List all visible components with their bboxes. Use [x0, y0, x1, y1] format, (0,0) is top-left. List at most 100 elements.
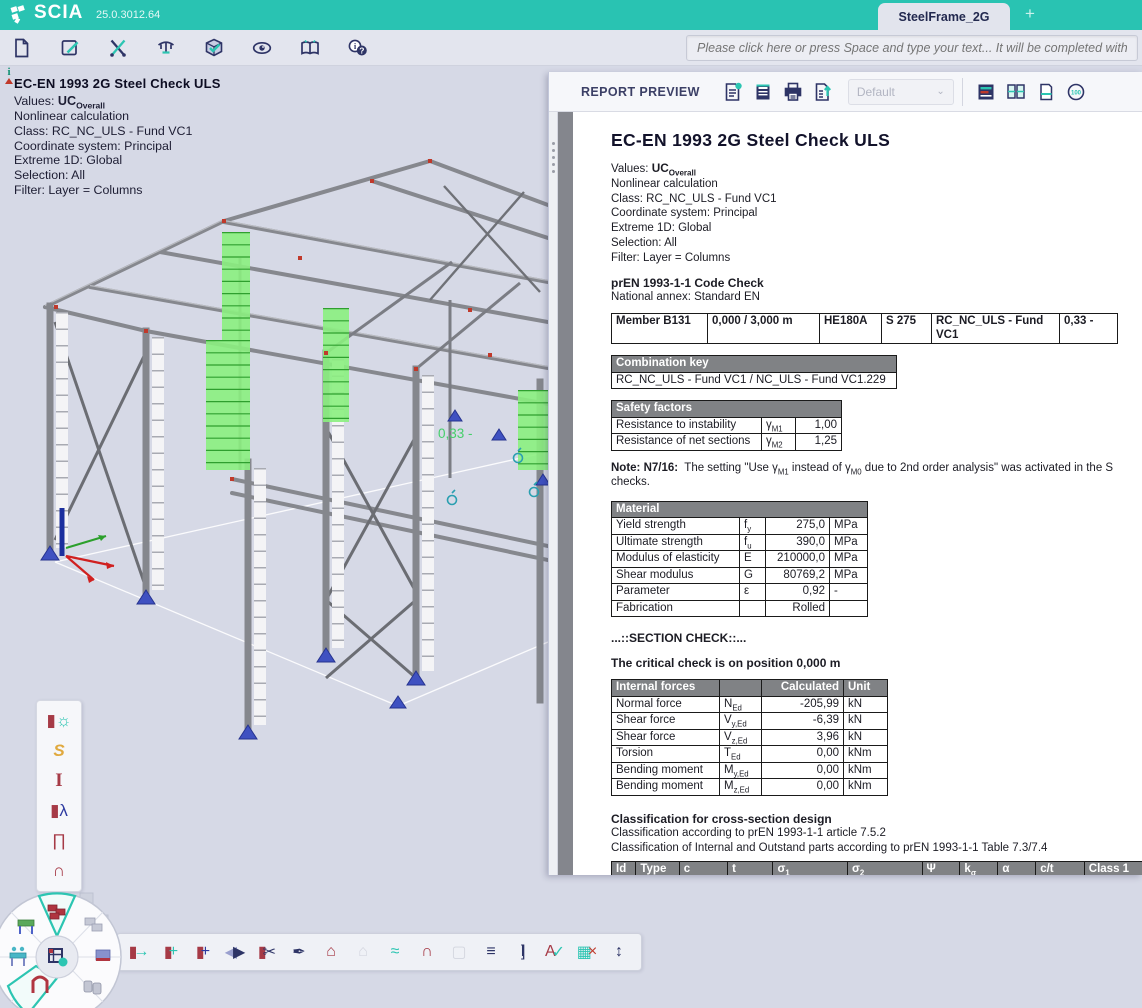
table-cell: Bending moment — [612, 779, 720, 796]
curved-beam-icon[interactable]: S — [37, 736, 81, 766]
mirror-icon[interactable]: ◀▶ — [219, 936, 251, 968]
force-row: Shear forceVy,Ed-6,39kN — [612, 713, 888, 730]
library-icon[interactable] — [294, 32, 325, 63]
table-cell: kNm — [844, 762, 888, 779]
arch-frame-icon[interactable]: ∩ — [411, 936, 443, 968]
table-cell: kN — [844, 713, 888, 730]
table-cell: Fabrication — [612, 600, 740, 617]
table-header-cell: Type — [636, 862, 679, 875]
delete-table-icon[interactable]: ▦× — [571, 936, 603, 968]
table-cell: Modulus of elasticity — [612, 551, 740, 568]
report-info-lines: Nonlinear calculationClass: RC_NC_ULS - … — [611, 177, 1142, 266]
new-tab-button[interactable]: + — [1018, 2, 1042, 26]
roof-beams — [45, 161, 548, 560]
classification-heading: Classification for cross-section design — [611, 812, 1142, 826]
table-cell — [830, 600, 868, 617]
spotlight-input[interactable] — [686, 35, 1138, 61]
table-cell: Resistance of net sections — [612, 434, 762, 451]
trim-beam-icon[interactable]: ▮✂ — [251, 936, 283, 968]
storey-copy-icon[interactable]: ≈ — [379, 936, 411, 968]
print-icon[interactable] — [778, 77, 808, 107]
wheel-center[interactable] — [36, 936, 78, 978]
supports-icon[interactable] — [150, 32, 181, 63]
table-cell: Internal forces — [612, 680, 720, 697]
table-cell: 0,00 — [762, 779, 844, 796]
table-cell: γM2 — [762, 434, 796, 451]
two-pages-icon[interactable] — [1001, 77, 1031, 107]
table-header-cell: c[mm] — [679, 862, 727, 875]
haunch-frame-icon[interactable]: ∏ — [37, 826, 81, 856]
title-bar: SCIA 25.0.3012.64 SteelFrame_2G + — [0, 0, 1142, 30]
table-header-cell: σ1[kN/m²] — [773, 862, 848, 875]
connect-members-icon[interactable]: ▮+ — [155, 936, 187, 968]
insert-node-icon[interactable]: ▮+ — [187, 936, 219, 968]
table-cell: My,Ed — [720, 762, 762, 779]
table-cell: - — [830, 584, 868, 601]
table-cell: Parameter — [612, 584, 740, 601]
table-cell: fu — [740, 534, 766, 551]
project-tab[interactable]: SteelFrame_2G — [878, 3, 1010, 30]
help-icon[interactable]: i ? — [342, 32, 373, 63]
tools-icon[interactable] — [102, 32, 133, 63]
load-panel-icon[interactable] — [96, 950, 110, 961]
report-info-line: Coordinate system: Principal — [611, 206, 1142, 221]
one-page-icon[interactable] — [1031, 77, 1061, 107]
portal-frame-icon[interactable]: ⌂ — [315, 936, 347, 968]
spotlight-search[interactable] — [686, 35, 1138, 61]
frame-template-icon: ⌂ — [347, 936, 379, 968]
edit-project-icon[interactable] — [54, 32, 85, 63]
member-row: Member B1310,000 / 3,000 mHE180AS 275RC_… — [612, 314, 1118, 344]
table-header-cell: σ2[kN/m²] — [847, 862, 922, 875]
note-paragraph: Note: N7/16: The setting "Use γM1 instea… — [611, 461, 1142, 490]
buckling-lambda-icon[interactable]: ▮λ — [37, 796, 81, 826]
safety-row: Resistance to instabilityγM11,00 — [612, 417, 842, 434]
check-structure-icon[interactable] — [198, 32, 229, 63]
table-cell: Torsion — [612, 746, 720, 763]
format-brush-icon[interactable]: ✒ — [283, 936, 315, 968]
table-cell: 0,00 — [762, 746, 844, 763]
check-info-line: Class: RC_NC_ULS - Fund VC1 — [14, 124, 221, 139]
result-value-label: 0,33 - — [438, 426, 473, 441]
material-row: Shear modulusG80769,2MPa — [612, 567, 868, 584]
material-row: FabricationRolled — [612, 600, 868, 617]
layout-icon[interactable] — [971, 77, 1001, 107]
arch-beam-icon[interactable]: ∩ — [37, 856, 81, 886]
check-result-diagrams — [228, 232, 533, 470]
table-cell: Combination key — [612, 356, 897, 373]
table-cell: E — [740, 551, 766, 568]
material-row: Yield strengthfy275,0MPa — [612, 518, 868, 535]
check-names-icon[interactable]: A✓ — [539, 936, 571, 968]
cross-section-icon[interactable]: I — [37, 766, 81, 796]
table-cell: MPa — [830, 518, 868, 535]
table-cell: NEd — [720, 696, 762, 713]
report-info-line: Class: RC_NC_ULS - Fund VC1 — [611, 192, 1142, 207]
table-cell: TEd — [720, 746, 762, 763]
export-report-icon[interactable] — [808, 77, 838, 107]
member-settings-icon[interactable]: ▮☼ — [37, 706, 81, 736]
table-cell: Mz,Ed — [720, 779, 762, 796]
check-info-line: Selection: All — [14, 168, 221, 183]
table-cell: γM1 — [762, 417, 796, 434]
table-cell: MPa — [830, 567, 868, 584]
new-project-icon[interactable] — [6, 32, 37, 63]
table-cell: RC_NC_ULS - Fund VC1 / NC_ULS - Fund VC1… — [612, 372, 897, 389]
report-container-icon[interactable] — [748, 77, 778, 107]
ucs-axes — [62, 508, 114, 583]
rename-items-icon[interactable]: I] — [507, 936, 539, 968]
report-page[interactable]: EC-EN 1993 2G Steel Check ULS Values: UC… — [573, 112, 1142, 875]
layers-icon[interactable]: ≡ — [475, 936, 507, 968]
table-cell: kNm — [844, 746, 888, 763]
report-preset-dropdown[interactable]: Default ⌄ — [848, 79, 954, 105]
member-summary-table: Member B1310,000 / 3,000 mHE180AS 275RC_… — [611, 313, 1118, 344]
table-cell: 0,33 - — [1060, 314, 1118, 344]
dimension-line-icon[interactable]: ↕ — [603, 936, 635, 968]
table-cell: Vz,Ed — [720, 729, 762, 746]
marking-menu-wheel[interactable] — [0, 886, 136, 1008]
report-preview-title: REPORT PREVIEW — [581, 85, 700, 99]
add-to-report-icon[interactable] — [718, 77, 748, 107]
toolbar-separator — [962, 78, 963, 106]
zoom-100-icon[interactable]: 100 — [1061, 77, 1091, 107]
view-icon[interactable] — [246, 32, 277, 63]
table-cell: 1,25 — [796, 434, 842, 451]
report-side-tab[interactable] — [549, 112, 558, 875]
